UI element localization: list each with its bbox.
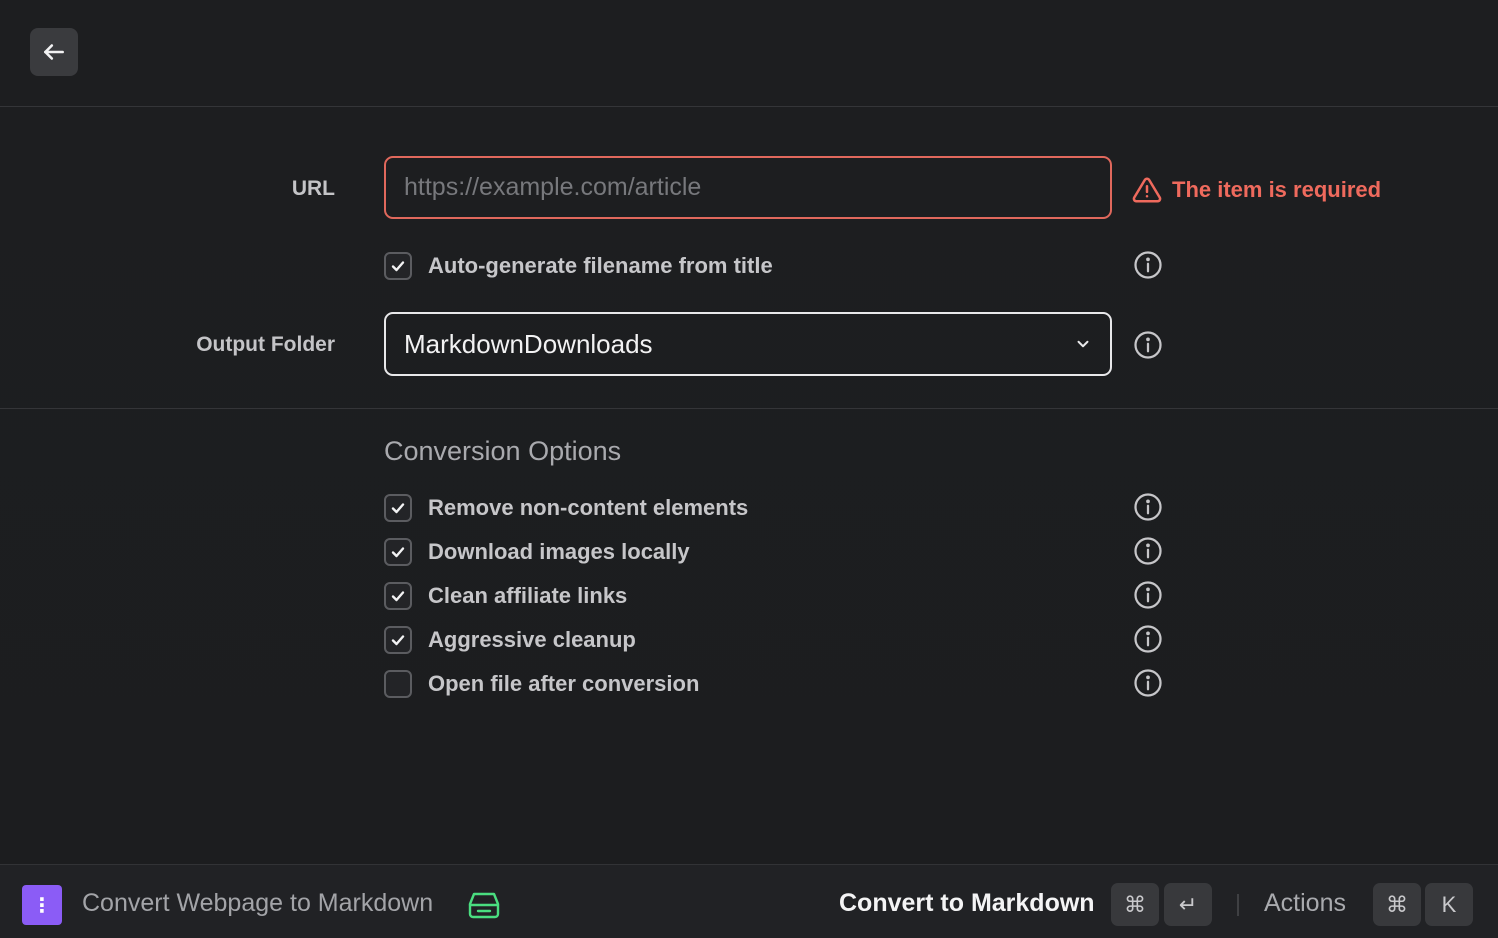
info-button-remove-non-content[interactable]	[1132, 491, 1163, 522]
command-title: Convert Webpage to Markdown	[82, 889, 434, 917]
info-icon	[1133, 250, 1162, 279]
info-button-output-folder[interactable]	[1132, 329, 1163, 360]
info-icon	[1133, 536, 1162, 565]
vertical-dots-icon: ⋮	[32, 894, 52, 917]
option-label: Download images locally	[428, 539, 690, 564]
info-button-aggressive-cleanup[interactable]	[1132, 623, 1163, 654]
checkmark-icon	[391, 547, 405, 558]
info-button-auto-filename[interactable]	[1132, 249, 1163, 280]
option-checkbox[interactable]	[384, 626, 412, 654]
option-aggressive-cleanup[interactable]: Aggressive cleanup	[384, 625, 636, 655]
option-checkbox[interactable]	[384, 494, 412, 522]
raycast-form-window: URL The item is required Auto-generate f…	[0, 0, 1498, 938]
warning-triangle-icon	[1132, 177, 1162, 203]
option-download-images[interactable]: Download images locally	[384, 537, 690, 567]
option-checkbox[interactable]	[384, 538, 412, 566]
output-folder-value: MarkdownDownloads	[404, 328, 653, 359]
return-key-icon: ↵	[1164, 883, 1212, 926]
url-label: URL	[291, 177, 335, 200]
option-label: Open file after conversion	[428, 671, 700, 696]
info-button-clean-affiliate[interactable]	[1132, 579, 1163, 610]
option-remove-non-content[interactable]: Remove non-content elements	[384, 493, 748, 523]
option-label: Aggressive cleanup	[428, 627, 636, 652]
output-folder-label: Output Folder	[196, 333, 335, 356]
section-divider	[0, 408, 1498, 409]
option-checkbox-unchecked[interactable]	[384, 670, 412, 698]
chevron-down-icon	[1077, 340, 1089, 348]
checkmark-icon	[391, 503, 405, 514]
auto-filename-checkbox-row[interactable]: Auto-generate filename from title	[384, 251, 773, 281]
top-bar	[0, 0, 1498, 107]
arrow-left-icon	[44, 44, 64, 60]
checkmark-icon	[391, 261, 405, 272]
auto-filename-checkbox[interactable]	[384, 252, 412, 280]
info-button-download-images[interactable]	[1132, 535, 1163, 566]
checkmark-icon	[391, 591, 405, 602]
auto-filename-label: Auto-generate filename from title	[428, 253, 773, 278]
option-open-file[interactable]: Open file after conversion	[384, 669, 699, 699]
checkmark-icon	[391, 635, 405, 646]
option-checkbox[interactable]	[384, 582, 412, 610]
info-icon	[1133, 668, 1162, 697]
info-icon	[1133, 492, 1162, 521]
info-icon	[1133, 624, 1162, 653]
option-label: Remove non-content elements	[428, 495, 749, 520]
info-icon	[1133, 580, 1162, 609]
output-folder-dropdown[interactable]: MarkdownDownloads	[384, 312, 1112, 376]
k-key-icon: K	[1425, 883, 1473, 926]
action-separator	[1237, 894, 1239, 916]
actions-button[interactable]: Actions	[1264, 889, 1346, 918]
url-input[interactable]	[384, 156, 1112, 219]
back-button[interactable]	[30, 28, 78, 76]
option-label: Clean affiliate links	[428, 583, 628, 608]
option-clean-affiliate[interactable]: Clean affiliate links	[384, 581, 627, 611]
command-key-icon: ⌘	[1373, 883, 1421, 926]
drive-icon	[468, 892, 500, 919]
info-button-open-file[interactable]	[1132, 667, 1163, 698]
convert-to-markdown-button[interactable]: Convert to Markdown	[839, 889, 1095, 918]
extension-icon: ⋮	[22, 885, 62, 925]
command-key-icon: ⌘	[1111, 883, 1159, 926]
info-icon	[1133, 330, 1162, 359]
url-error-message: The item is required	[1132, 174, 1381, 206]
conversion-options-heading: Conversion Options	[384, 436, 622, 466]
action-bar: ⋮ Convert Webpage to Markdown Convert to…	[0, 864, 1498, 938]
error-text: The item is required	[1172, 177, 1382, 202]
